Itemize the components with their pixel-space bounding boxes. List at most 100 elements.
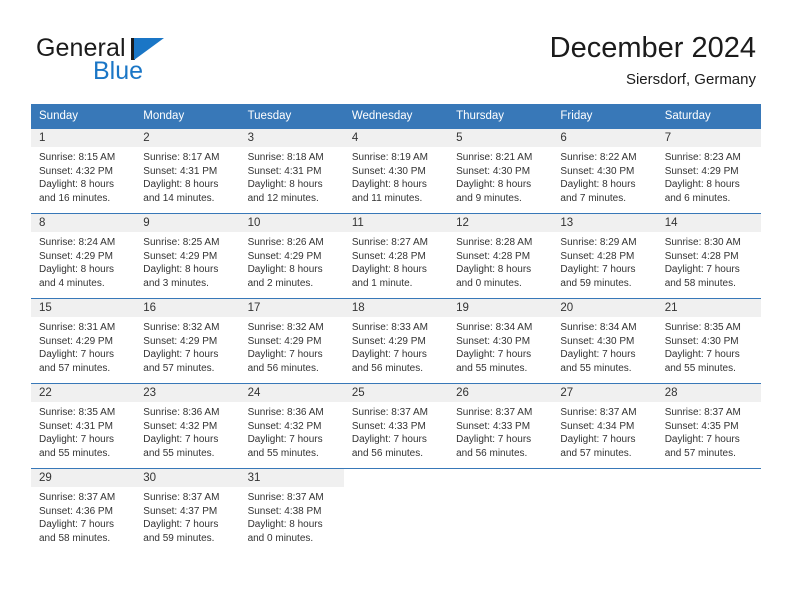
calendar-day-cell[interactable]: 16 Sunrise: 8:32 AM Sunset: 4:29 PM Dayligh… [135, 298, 240, 384]
sunrise-time: Sunrise: 8:21 AM [456, 152, 533, 163]
sunrise-time: Sunrise: 8:19 AM [351, 152, 428, 163]
calendar-day-cell[interactable]: 9 Sunrise: 8:25 AM Sunset: 4:29 PM Daylight… [135, 213, 240, 299]
calendar-day-cell[interactable]: 25 Sunrise: 8:37 AM Sunset: 4:33 PM Dayligh… [343, 383, 449, 469]
daylight-duration-line2: and 6 minutes. [664, 192, 731, 204]
calendar-week-row: 22 Sunrise: 8:35 AM Sunset: 4:31 PM Dayligh… [31, 383, 761, 469]
sunrise-time: Sunrise: 8:25 AM [143, 237, 220, 248]
sunset-time: Sunset: 4:31 PM [247, 165, 322, 177]
calendar-day-cell[interactable]: 8 Sunrise: 8:24 AM Sunset: 4:29 PM Daylight… [31, 213, 136, 299]
sunrise-time: Sunrise: 8:36 AM [143, 407, 220, 418]
day-details: Sunrise: 8:17 AM Sunset: 4:31 PM Daylight:… [135, 147, 239, 205]
sunrise-time: Sunrise: 8:35 AM [39, 407, 116, 418]
sunset-time: Sunset: 4:28 PM [456, 250, 531, 262]
day-details: Sunrise: 8:34 AM Sunset: 4:30 PM Daylight:… [552, 317, 656, 375]
calendar-day-cell[interactable]: 12 Sunrise: 8:28 AM Sunset: 4:28 PM Dayligh… [448, 213, 553, 299]
calendar-day-cell[interactable]: 26 Sunrise: 8:37 AM Sunset: 4:33 PM Dayligh… [448, 383, 553, 469]
calendar-cell-inner: 23 Sunrise: 8:36 AM Sunset: 4:32 PM Dayligh… [135, 384, 240, 468]
day-number: 2 [135, 129, 240, 147]
calendar-day-cell[interactable]: 21 Sunrise: 8:35 AM Sunset: 4:30 PM Dayligh… [656, 298, 761, 384]
calendar-day-cell[interactable]: 24 Sunrise: 8:36 AM Sunset: 4:32 PM Dayligh… [239, 383, 344, 469]
day-number: 18 [343, 299, 449, 317]
day-details: Sunrise: 8:35 AM Sunset: 4:31 PM Daylight:… [31, 402, 135, 460]
daylight-duration-line1: Daylight: 7 hours [560, 434, 636, 445]
daylight-duration-line1: Daylight: 7 hours [143, 519, 219, 530]
calendar-body: 1 Sunrise: 8:15 AM Sunset: 4:32 PM Daylight… [31, 128, 761, 553]
sunset-time: Sunset: 4:32 PM [143, 420, 218, 432]
sunset-time: Sunset: 4:29 PM [351, 335, 426, 347]
calendar-cell-inner: 27 Sunrise: 8:37 AM Sunset: 4:34 PM Dayligh… [552, 384, 657, 468]
sunset-time: Sunset: 4:29 PM [143, 250, 218, 262]
calendar-day-cell[interactable]: 10 Sunrise: 8:26 AM Sunset: 4:29 PM Dayligh… [239, 213, 344, 299]
daylight-duration-line2: and 55 minutes. [456, 362, 528, 374]
sunrise-time: Sunrise: 8:18 AM [247, 152, 324, 163]
sunrise-time: Sunrise: 8:36 AM [247, 407, 324, 418]
day-number: 13 [552, 214, 657, 232]
calendar-cell-inner: 14 Sunrise: 8:30 AM Sunset: 4:28 PM Dayligh… [656, 214, 761, 298]
daylight-duration-line1: Daylight: 8 hours [143, 264, 219, 275]
calendar-day-cell[interactable]: 30 Sunrise: 8:37 AM Sunset: 4:37 PM Dayligh… [135, 468, 240, 553]
calendar-week-row: 8 Sunrise: 8:24 AM Sunset: 4:29 PM Daylight… [31, 213, 761, 299]
calendar-day-cell[interactable]: 17 Sunrise: 8:32 AM Sunset: 4:29 PM Dayligh… [239, 298, 344, 384]
calendar-day-cell[interactable]: 1 Sunrise: 8:15 AM Sunset: 4:32 PM Daylight… [31, 128, 136, 214]
day-number: 3 [239, 129, 344, 147]
sunrise-time: Sunrise: 8:35 AM [664, 322, 741, 333]
calendar-day-cell[interactable]: 3 Sunrise: 8:18 AM Sunset: 4:31 PM Daylight… [239, 128, 344, 214]
daylight-duration-line1: Daylight: 7 hours [39, 519, 115, 530]
sunrise-time: Sunrise: 8:37 AM [351, 407, 428, 418]
calendar-day-cell[interactable]: 22 Sunrise: 8:35 AM Sunset: 4:31 PM Dayligh… [31, 383, 136, 469]
calendar-cell-empty [343, 468, 449, 553]
calendar-day-cell[interactable]: 18 Sunrise: 8:33 AM Sunset: 4:29 PM Dayligh… [343, 298, 449, 384]
weekday-header-monday: Monday [135, 104, 240, 129]
day-number: 6 [552, 129, 657, 147]
day-number: 5 [448, 129, 553, 147]
calendar-day-cell[interactable]: 5 Sunrise: 8:21 AM Sunset: 4:30 PM Daylight… [448, 128, 553, 214]
calendar-day-cell[interactable]: 19 Sunrise: 8:34 AM Sunset: 4:30 PM Dayligh… [448, 298, 553, 384]
sunset-time: Sunset: 4:28 PM [664, 250, 739, 262]
calendar-day-cell[interactable]: 6 Sunrise: 8:22 AM Sunset: 4:30 PM Daylight… [552, 128, 657, 214]
calendar-day-cell[interactable]: 27 Sunrise: 8:37 AM Sunset: 4:34 PM Dayligh… [552, 383, 657, 469]
general-blue-logo: General Blue [36, 34, 246, 90]
calendar-day-cell[interactable]: 11 Sunrise: 8:27 AM Sunset: 4:28 PM Dayligh… [343, 213, 449, 299]
calendar-day-cell[interactable]: 23 Sunrise: 8:36 AM Sunset: 4:32 PM Dayligh… [135, 383, 240, 469]
calendar-cell-inner: 19 Sunrise: 8:34 AM Sunset: 4:30 PM Dayligh… [448, 299, 553, 383]
day-details: Sunrise: 8:37 AM Sunset: 4:33 PM Daylight:… [448, 402, 552, 460]
sunset-time: Sunset: 4:30 PM [456, 165, 531, 177]
sunrise-time: Sunrise: 8:15 AM [39, 152, 116, 163]
sunrise-time: Sunrise: 8:31 AM [39, 322, 116, 333]
calendar-day-cell[interactable]: 2 Sunrise: 8:17 AM Sunset: 4:31 PM Daylight… [135, 128, 240, 214]
daylight-duration-line2: and 59 minutes. [143, 532, 215, 544]
daylight-duration-line1: Daylight: 7 hours [664, 434, 740, 445]
day-details: Sunrise: 8:22 AM Sunset: 4:30 PM Daylight:… [552, 147, 656, 205]
sunset-time: Sunset: 4:32 PM [39, 165, 113, 177]
day-number: 12 [448, 214, 553, 232]
sunset-time: Sunset: 4:33 PM [351, 420, 426, 432]
day-details: Sunrise: 8:26 AM Sunset: 4:29 PM Daylight:… [240, 232, 344, 290]
calendar-day-cell[interactable]: 28 Sunrise: 8:37 AM Sunset: 4:35 PM Dayligh… [656, 383, 761, 469]
sunset-time: Sunset: 4:30 PM [664, 335, 739, 347]
sunrise-time: Sunrise: 8:28 AM [456, 237, 533, 248]
calendar-day-cell[interactable]: 29 Sunrise: 8:37 AM Sunset: 4:36 PM Dayligh… [31, 468, 136, 553]
day-number: 25 [343, 384, 449, 402]
sunrise-time: Sunrise: 8:17 AM [143, 152, 220, 163]
daylight-duration-line2: and 57 minutes. [143, 362, 215, 374]
calendar-cell-inner: 24 Sunrise: 8:36 AM Sunset: 4:32 PM Dayligh… [239, 384, 344, 468]
calendar-day-cell[interactable]: 14 Sunrise: 8:30 AM Sunset: 4:28 PM Dayligh… [656, 213, 761, 299]
logo-text-blue: Blue [93, 57, 144, 85]
sunrise-time: Sunrise: 8:37 AM [39, 492, 116, 503]
day-details: Sunrise: 8:37 AM Sunset: 4:37 PM Daylight:… [135, 487, 239, 545]
calendar-day-cell[interactable]: 13 Sunrise: 8:29 AM Sunset: 4:28 PM Dayligh… [552, 213, 657, 299]
calendar-day-cell[interactable]: 15 Sunrise: 8:31 AM Sunset: 4:29 PM Dayligh… [31, 298, 136, 384]
day-number: 11 [343, 214, 449, 232]
sunrise-time: Sunrise: 8:37 AM [560, 407, 637, 418]
sunrise-time: Sunrise: 8:37 AM [247, 492, 324, 503]
calendar-day-cell[interactable]: 31 Sunrise: 8:37 AM Sunset: 4:38 PM Dayligh… [239, 468, 344, 553]
daylight-duration-line2: and 4 minutes. [39, 277, 105, 289]
calendar-day-cell[interactable]: 20 Sunrise: 8:34 AM Sunset: 4:30 PM Dayligh… [552, 298, 657, 384]
calendar-day-cell[interactable]: 7 Sunrise: 8:23 AM Sunset: 4:29 PM Daylight… [656, 128, 761, 214]
daylight-duration-line1: Daylight: 8 hours [351, 179, 427, 190]
calendar-day-cell[interactable]: 4 Sunrise: 8:19 AM Sunset: 4:30 PM Daylight… [343, 128, 449, 214]
calendar-week-row: 15 Sunrise: 8:31 AM Sunset: 4:29 PM Dayligh… [31, 298, 761, 384]
weekday-header-saturday: Saturday [656, 104, 761, 129]
daylight-duration-line2: and 9 minutes. [456, 192, 522, 204]
title-block: December 2024 Siersdorf, Germany [550, 30, 756, 91]
